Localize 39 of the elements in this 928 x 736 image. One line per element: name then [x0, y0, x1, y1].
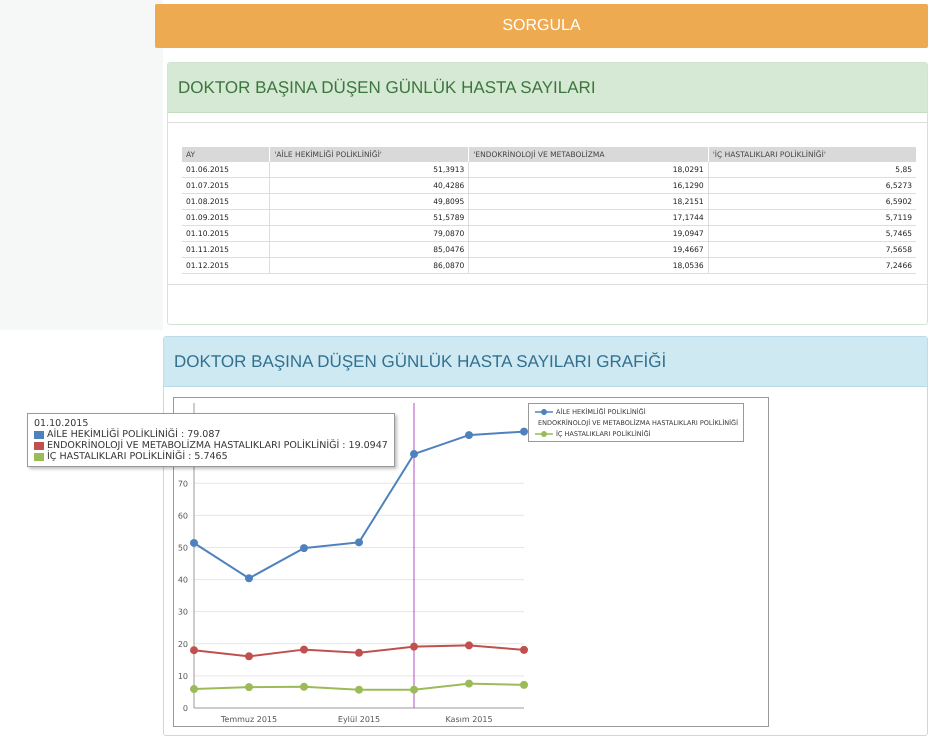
data-point — [245, 652, 253, 660]
tooltip-text: ENDOKRİNOLOJİ VE METABOLİZMA HASTALIKLARI POLİKLİNİĞİ : 19.0947 — [47, 440, 388, 451]
y-tick-label: 30 — [178, 608, 188, 617]
data-point — [520, 646, 528, 654]
x-tick-label: Kasım 2015 — [445, 715, 493, 724]
data-point — [520, 680, 528, 689]
data-point — [300, 646, 308, 654]
data-point — [300, 682, 308, 691]
x-tick-label: Temmuz 2015 — [220, 715, 278, 724]
data-point — [355, 648, 363, 657]
y-tick-label: 50 — [178, 543, 188, 552]
data-point — [245, 683, 253, 692]
data-point — [245, 574, 253, 582]
data-point — [410, 686, 418, 694]
tooltip-text: AİLE HEKİMLİĞİ POLİKLİNİĞİ : 79.087 — [47, 429, 220, 440]
panel-title: DOKTOR BAŞINA DÜŞEN GÜNLÜK HASTA SAYILARI GRAFİĞİ — [174, 352, 666, 372]
y-tick-label: 0 — [182, 704, 188, 713]
data-point — [465, 641, 473, 650]
data-point — [355, 538, 363, 546]
data-point — [355, 686, 363, 694]
data-point — [190, 538, 198, 547]
data-point — [410, 450, 418, 458]
data-point — [190, 685, 198, 694]
data-point — [300, 544, 308, 552]
y-tick-label: 40 — [178, 576, 188, 585]
tooltip-text: İÇ HASTALIKLARI POLİKLİNİĞİ : 5.7465 — [47, 451, 228, 462]
y-tick-label: 10 — [178, 672, 188, 681]
y-tick-label: 20 — [178, 640, 188, 649]
y-tick-label: 60 — [178, 511, 188, 520]
data-point — [190, 646, 198, 654]
y-tick-label: 70 — [178, 479, 188, 488]
data-point — [410, 642, 418, 651]
data-point — [465, 431, 473, 440]
x-tick-label: Eylül 2015 — [338, 715, 380, 724]
panel-title: DOKTOR BAŞINA DÜŞEN GÜNLÜK HASTA SAYILARI — [178, 78, 596, 98]
tooltip-title: 01.10.2015 — [34, 418, 88, 429]
data-point — [465, 680, 473, 688]
data-point — [520, 428, 528, 436]
query-button[interactable]: SORGULA — [155, 4, 928, 48]
